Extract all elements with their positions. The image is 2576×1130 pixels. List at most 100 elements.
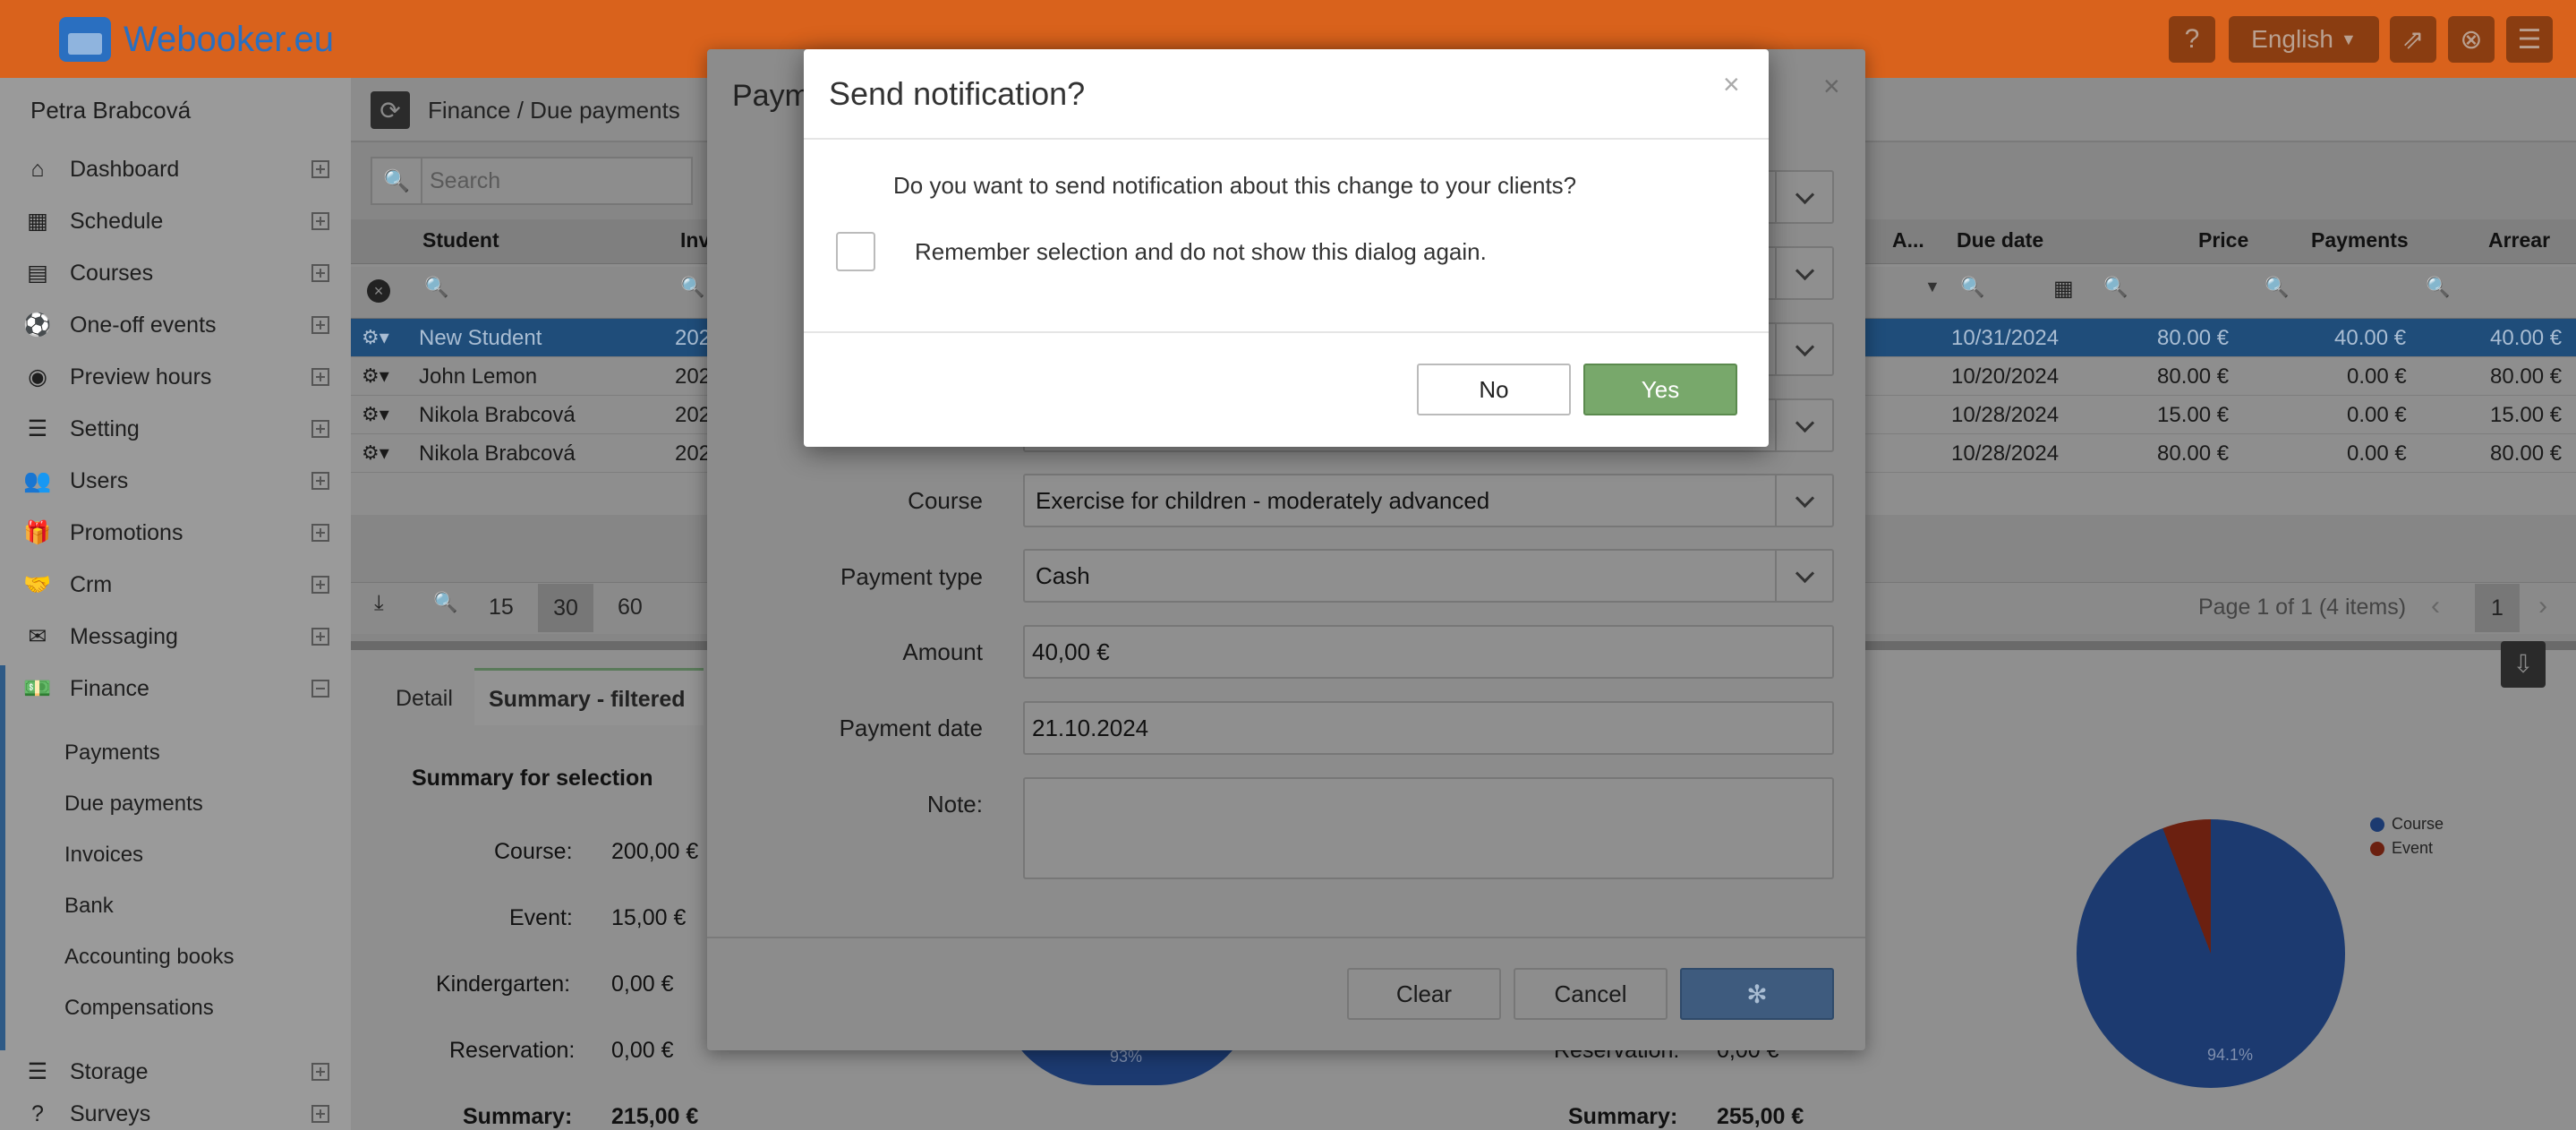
no-button[interactable]: No (1417, 364, 1571, 415)
sidebar-item-promotions[interactable]: 🎁 Promotions (0, 507, 351, 559)
search-icon[interactable]: 🔍 (433, 591, 457, 614)
search-icon: 🔍 (1960, 276, 1985, 298)
expand-icon[interactable] (311, 264, 329, 282)
gear-icon[interactable]: ⚙▾ (362, 364, 389, 388)
close-icon[interactable]: × (1723, 68, 1740, 101)
clear-button[interactable]: Clear (1347, 968, 1501, 1020)
expand-icon[interactable] (311, 628, 329, 646)
col-student[interactable]: Student (422, 228, 499, 253)
legend-dot-icon (2370, 842, 2384, 857)
download-icon[interactable]: ⇩ (2501, 641, 2546, 688)
sidebar-sub-invoices[interactable]: Invoices (64, 843, 143, 868)
refresh-button[interactable]: ⟳ (371, 91, 410, 129)
chevron-down-icon[interactable] (1775, 400, 1832, 450)
expand-icon[interactable] (311, 472, 329, 490)
help-button[interactable]: ? (2169, 16, 2215, 63)
sidebar-item-setting[interactable]: ☰ Setting (0, 403, 351, 455)
expand-icon[interactable] (311, 1105, 329, 1123)
gear-icon[interactable]: ⚙▾ (362, 326, 389, 349)
col-payments[interactable]: Payments (2311, 228, 2409, 253)
amount-input[interactable]: 40,00 € (1023, 625, 1834, 679)
chevron-down-icon[interactable] (1775, 172, 1832, 222)
close-icon[interactable]: × (1823, 70, 1840, 103)
page-size-60[interactable]: 60 (618, 595, 643, 621)
brand-logo[interactable]: Webooker.eu (59, 13, 334, 66)
summary-total-value: 215,00 € (611, 1104, 699, 1129)
chevron-right-icon[interactable]: › (2538, 591, 2547, 621)
expand-icon[interactable] (311, 212, 329, 230)
caret-down-icon[interactable]: ▼ (1924, 278, 1941, 296)
save-button[interactable]: ✻ (1680, 968, 1834, 1020)
gear-icon[interactable]: ⚙▾ (362, 441, 389, 465)
language-select[interactable]: English ▼ (2229, 16, 2379, 63)
yes-button[interactable]: Yes (1583, 364, 1737, 415)
sidebar-item-surveys[interactable]: ? Surveys (0, 1098, 351, 1130)
brand-name: Webooker.eu (124, 19, 334, 59)
collapse-icon[interactable] (311, 680, 329, 698)
expand-icon[interactable] (311, 1063, 329, 1081)
chevron-down-icon[interactable] (1775, 324, 1832, 374)
expand-icon[interactable] (311, 316, 329, 334)
col-arrear[interactable]: Arrear (2488, 228, 2550, 253)
col-price[interactable]: Price (2198, 228, 2248, 253)
page-size-30[interactable]: 30 (538, 584, 593, 632)
gear-icon[interactable]: ⚙▾ (362, 403, 389, 426)
database-icon: ☰ (27, 1059, 48, 1084)
chevron-left-icon[interactable]: ‹ (2431, 591, 2440, 621)
sidebar-sub-bank[interactable]: Bank (64, 894, 114, 919)
chevron-down-icon[interactable] (1775, 475, 1832, 526)
sidebar-sub-accounting-books[interactable]: Accounting books (64, 945, 234, 970)
expand-icon[interactable] (311, 524, 329, 542)
chevron-down-icon[interactable] (1775, 551, 1832, 601)
search-input[interactable]: Search (421, 158, 691, 203)
expand-icon[interactable] (311, 576, 329, 594)
note-textarea[interactable] (1023, 777, 1834, 879)
question-icon: ? (2184, 24, 2200, 54)
col-a[interactable]: A... (1892, 228, 1924, 253)
sidebar-item-courses[interactable]: ▤ Courses (0, 247, 351, 299)
clear-filter-icon[interactable]: × (367, 279, 390, 303)
page-1-button[interactable]: 1 (2475, 584, 2520, 632)
handshake-icon: 🤝 (23, 571, 52, 597)
search-icon: 🔍 (2426, 276, 2451, 298)
col-inv[interactable]: Inv (680, 228, 710, 253)
sidebar-item-schedule[interactable]: ▦ Schedule (0, 195, 351, 247)
calendar-icon[interactable]: ▦ (2053, 276, 2074, 302)
remember-label[interactable]: Remember selection and do not show this … (915, 238, 1487, 266)
expand-icon[interactable] (311, 368, 329, 386)
sidebar-item-preview-hours[interactable]: ◉ Preview hours (0, 351, 351, 403)
menu-button[interactable]: ☰ (2506, 16, 2553, 63)
sidebar-sub-due-payments[interactable]: Due payments (64, 792, 203, 817)
sidebar-item-storage[interactable]: ☰ Storage (0, 1046, 351, 1098)
sidebar-item-messaging[interactable]: ✉ Messaging (0, 611, 351, 663)
payment-date-input[interactable]: 21.10.2024 (1023, 701, 1834, 755)
pie-legend: Course Event (2370, 815, 2444, 858)
calendar-logo-icon (59, 17, 111, 62)
sidebar-item-users[interactable]: 👥 Users (0, 455, 351, 507)
sidebar-item-one-off-events[interactable]: ⚽ One-off events (0, 299, 351, 351)
course-label: Course (908, 487, 983, 514)
legend-course: Course (2370, 815, 2444, 834)
sidebar-item-crm[interactable]: 🤝 Crm (0, 559, 351, 611)
page-size-15[interactable]: 15 (489, 595, 514, 621)
sidebar-item-dashboard[interactable]: ⌂ Dashboard (0, 143, 351, 195)
summary-reservation-label: Reservation: (449, 1038, 576, 1063)
sidebar-sub-payments[interactable]: Payments (64, 740, 160, 766)
export-icon[interactable]: ⤓ (374, 591, 384, 616)
remember-checkbox[interactable] (836, 232, 875, 271)
search-box[interactable]: 🔍 Search (371, 157, 693, 205)
eye-icon: ◉ (28, 364, 47, 390)
expand-icon[interactable] (311, 420, 329, 438)
sidebar-item-finance[interactable]: 💵 Finance (0, 663, 351, 715)
expand-icon[interactable] (311, 160, 329, 178)
tab-summary-filtered[interactable]: Summary - filtered (474, 668, 704, 725)
col-due-date[interactable]: Due date (1957, 228, 2043, 253)
logout-button[interactable]: ⊗ (2448, 16, 2495, 63)
tab-detail[interactable]: Detail (396, 686, 453, 712)
cancel-button[interactable]: Cancel (1514, 968, 1668, 1020)
external-link-button[interactable]: ⇗ (2390, 16, 2436, 63)
course-select[interactable]: Exercise for children - moderately advan… (1023, 474, 1834, 527)
sidebar-sub-compensations[interactable]: Compensations (64, 996, 214, 1021)
chevron-down-icon[interactable] (1775, 248, 1832, 298)
payment-type-select[interactable]: Cash (1023, 549, 1834, 603)
